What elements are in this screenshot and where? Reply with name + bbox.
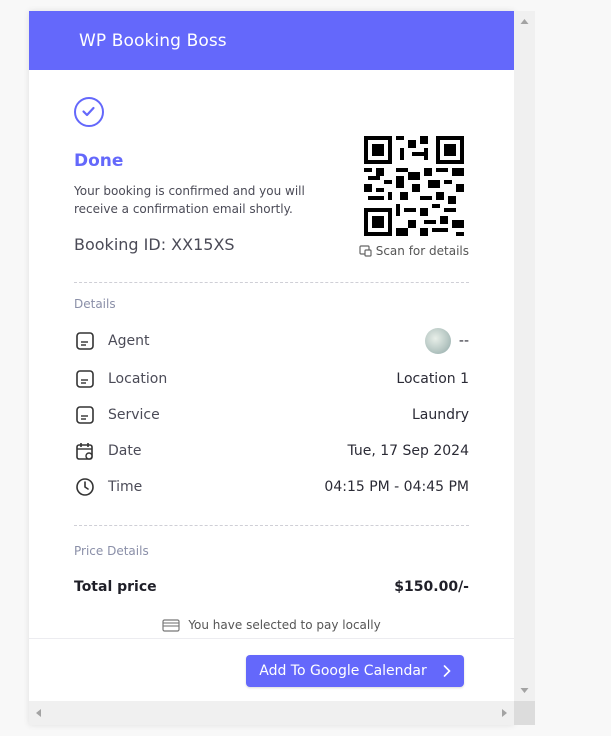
scrollbar-corner (514, 701, 535, 725)
detail-row-date: Date Tue, 17 Sep 2024 (74, 439, 469, 463)
detail-row-location: Location Location 1 (74, 367, 469, 391)
scan-for-details: Scan for details (359, 244, 469, 258)
detail-row-agent: Agent -- (74, 328, 469, 354)
date-value: Tue, 17 Sep 2024 (347, 443, 469, 459)
booking-confirmation-panel: WP Booking Boss Done Your booking is con… (29, 11, 514, 725)
confirmation-message: Your booking is confirmed and you will r… (74, 184, 305, 216)
chevron-right-icon (443, 665, 451, 677)
scroll-right-arrow-icon (502, 709, 507, 717)
confirmation-content: Done Your booking is confirmed and you w… (74, 70, 469, 725)
total-price-label: Total price (74, 579, 157, 595)
date-label: Date (108, 443, 142, 459)
document-icon (74, 330, 96, 352)
check-circle-icon (74, 97, 104, 127)
clock-icon (74, 476, 96, 498)
scroll-down-arrow-icon (520, 688, 529, 693)
agent-label: Agent (108, 333, 150, 349)
location-label: Location (108, 371, 168, 387)
pay-note-text: You have selected to pay locally (188, 618, 381, 632)
scroll-left-arrow-icon (36, 709, 41, 717)
vertical-scrollbar[interactable] (514, 11, 535, 701)
time-value: 04:15 PM - 04:45 PM (324, 479, 469, 495)
details-label: Details (74, 297, 116, 311)
add-to-google-calendar-button[interactable]: Add To Google Calendar (246, 655, 464, 687)
location-value: Location 1 (396, 371, 469, 387)
booking-id: Booking ID: XX15XS (74, 235, 235, 254)
price-details-label: Price Details (74, 544, 149, 558)
done-title: Done (74, 151, 124, 171)
agent-value: -- (424, 328, 469, 354)
service-value: Laundry (411, 407, 469, 423)
service-label: Service (108, 407, 160, 423)
detail-row-time: Time 04:15 PM - 04:45 PM (74, 475, 469, 499)
scan-icon (359, 245, 372, 257)
wallet-icon (162, 619, 180, 632)
detail-row-service: Service Laundry (74, 403, 469, 427)
total-price-value: $150.00/- (394, 579, 469, 595)
document-icon (74, 404, 96, 426)
horizontal-scrollbar[interactable] (29, 701, 514, 725)
agent-name: -- (458, 333, 469, 349)
time-label: Time (108, 479, 143, 495)
calendar-icon (74, 440, 96, 462)
scroll-up-arrow-icon (520, 19, 529, 24)
section-divider (74, 282, 469, 283)
section-divider (74, 525, 469, 526)
avatar (424, 328, 451, 354)
scan-label: Scan for details (375, 244, 469, 258)
footer-divider (29, 638, 514, 639)
total-price-row: Total price $150.00/- (74, 579, 469, 595)
qr-code (364, 136, 464, 236)
calendar-button-label: Add To Google Calendar (259, 663, 427, 679)
pay-locally-note: You have selected to pay locally (74, 618, 469, 632)
app-header: WP Booking Boss (29, 11, 514, 70)
document-icon (74, 368, 96, 390)
app-title: WP Booking Boss (79, 30, 227, 51)
